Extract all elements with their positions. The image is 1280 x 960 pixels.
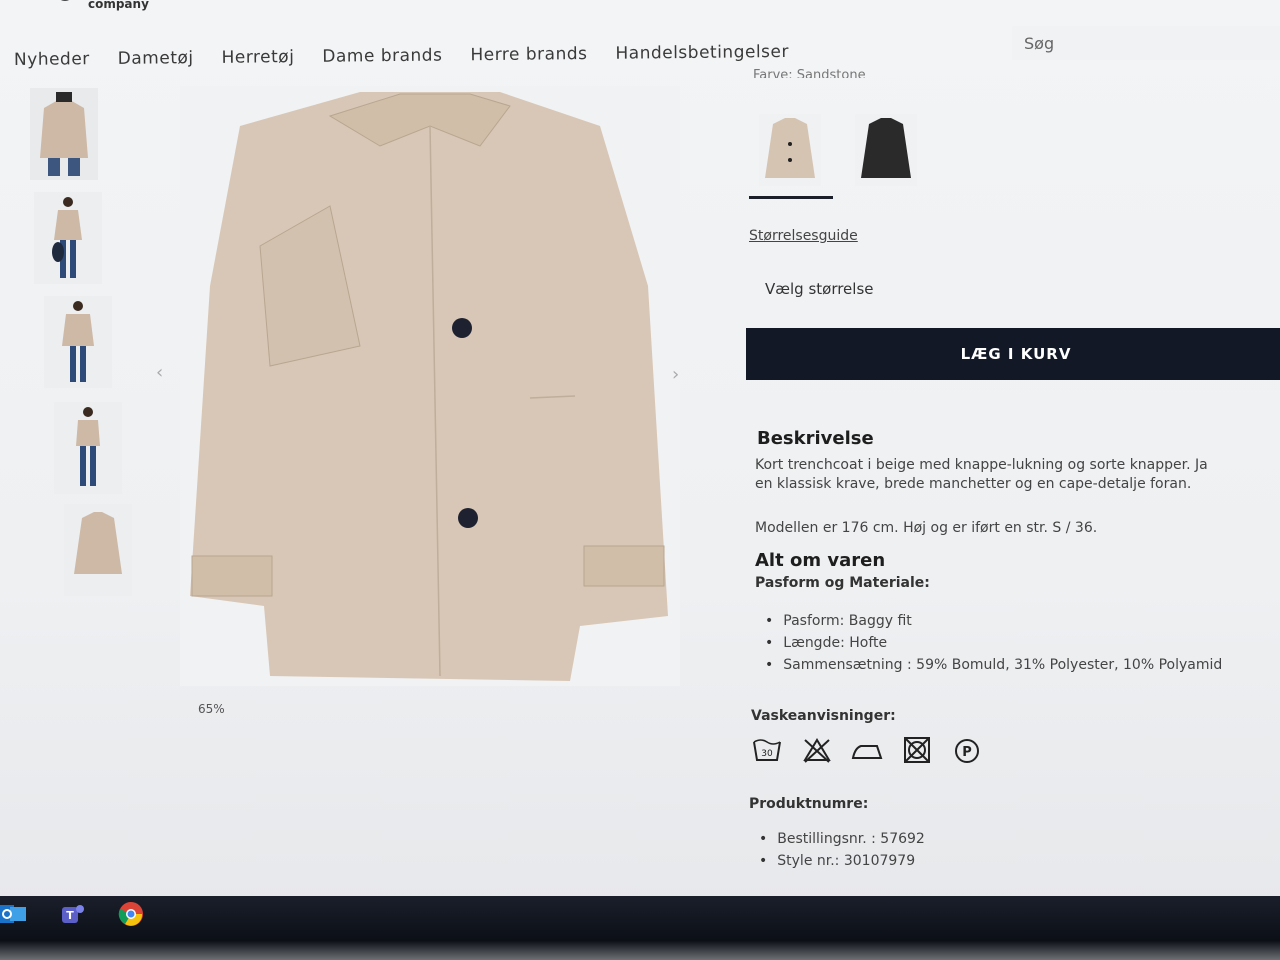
svg-text:30: 30 xyxy=(761,749,773,759)
thumbnail-product-only[interactable] xyxy=(64,504,132,596)
description-title: Beskrivelse xyxy=(757,428,874,449)
list-item: Style nr.: 30107979 xyxy=(759,850,925,872)
brand-logo-icon xyxy=(60,0,70,1)
brand-name: LK company xyxy=(87,0,149,11)
thumbnail-front-model[interactable] xyxy=(30,88,98,180)
zoom-level: 65% xyxy=(198,702,225,716)
model-front-image xyxy=(30,88,98,180)
coat-product-image xyxy=(64,504,132,596)
coat-black-icon xyxy=(855,114,917,186)
chevron-left-icon: ‹ xyxy=(156,362,164,383)
list-item: Sammensætning : 59% Bomuld, 31% Polyeste… xyxy=(765,654,1222,676)
color-label: Farve: Sandstone xyxy=(753,68,866,78)
svg-text:P: P xyxy=(962,745,972,760)
dry-clean-p-icon: P xyxy=(955,739,979,763)
product-numbers-list: Bestillingsnr. : 57692 Style nr.: 301079… xyxy=(759,828,925,872)
thumbnail-full-model-2[interactable] xyxy=(44,296,112,388)
product-numbers-title: Produktnumre: xyxy=(749,796,869,812)
wash-instructions-title: Vaskeanvisninger: xyxy=(751,708,896,724)
model-full-image-2 xyxy=(44,296,112,388)
svg-text:T: T xyxy=(66,909,74,922)
swatch-black[interactable] xyxy=(855,114,917,186)
selected-swatch-indicator xyxy=(749,196,833,199)
teams-icon[interactable]: T xyxy=(60,901,86,927)
description-text: Kort trenchcoat i beige med knappe-lukni… xyxy=(755,456,1280,494)
thumbnail-back-model[interactable] xyxy=(54,402,122,494)
chrome-icon[interactable] xyxy=(118,901,144,927)
nav-item-dame-brands[interactable]: Dame brands xyxy=(322,46,442,67)
taskbar: T xyxy=(0,896,1280,932)
nav-item-nyheder[interactable]: Nyheder xyxy=(14,49,90,70)
list-item: Pasform: Baggy fit xyxy=(765,610,1222,632)
thumbnail-full-model-1[interactable] xyxy=(34,192,102,284)
nav-item-dametoj[interactable]: Dametøj xyxy=(118,48,194,69)
main-nav: Nyheder Dametøj Herretøj Dame brands Her… xyxy=(14,42,789,70)
model-info: Modellen er 176 cm. Høj og er iført en s… xyxy=(755,520,1098,536)
outlook-icon[interactable] xyxy=(0,901,26,927)
search-box xyxy=(1012,26,1280,60)
chevron-right-icon: › xyxy=(672,364,680,385)
gallery-prev-button[interactable]: ‹ xyxy=(156,362,163,383)
nav-item-herretoj[interactable]: Herretøj xyxy=(221,47,294,68)
nav-item-herre-brands[interactable]: Herre brands xyxy=(470,44,587,65)
swatch-beige[interactable] xyxy=(759,114,821,186)
list-item: Længde: Hofte xyxy=(765,632,1222,654)
wash-icons: 30 P xyxy=(751,736,983,764)
description-line-1: Kort trenchcoat i beige med knappe-lukni… xyxy=(755,457,1208,473)
list-item: Bestillingsnr. : 57692 xyxy=(759,828,925,850)
wash-30-icon: 30 xyxy=(753,739,781,761)
nav-item-handelsbetingelser[interactable]: Handelsbetingelser xyxy=(615,42,789,64)
coat-beige-icon xyxy=(759,114,821,186)
model-back-image xyxy=(54,402,122,494)
no-tumble-dry-icon xyxy=(904,737,930,763)
size-guide-link[interactable]: Størrelsesguide xyxy=(749,228,858,244)
size-select[interactable]: Vælg størrelse xyxy=(749,268,1279,310)
fit-material-list: Pasform: Baggy fit Længde: Hofte Sammens… xyxy=(765,610,1222,676)
model-full-image xyxy=(34,192,102,284)
add-to-cart-button[interactable]: LÆG I KURV xyxy=(746,328,1280,380)
description-line-2: en klassisk krave, brede manchetter og e… xyxy=(755,476,1192,492)
size-select-label: Vælg størrelse xyxy=(765,280,874,298)
iron-icon xyxy=(851,745,883,759)
fit-material-title: Pasform og Materiale: xyxy=(755,575,930,591)
main-product-image[interactable] xyxy=(180,86,680,686)
about-title: Alt om varen xyxy=(755,550,886,571)
browser-viewport: LK company Nyheder Dametøj Herretøj Dame… xyxy=(0,0,1280,960)
brand-logo[interactable]: LK company xyxy=(50,0,170,11)
search-input[interactable] xyxy=(1024,33,1280,53)
gallery-next-button[interactable]: › xyxy=(672,364,679,385)
no-bleach-icon xyxy=(803,738,831,763)
